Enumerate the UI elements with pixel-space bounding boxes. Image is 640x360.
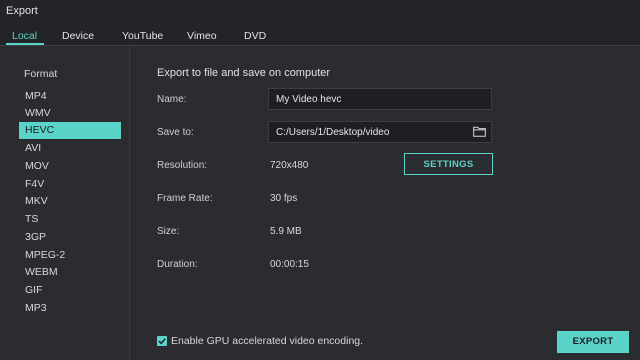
tab-vimeo[interactable]: Vimeo xyxy=(187,30,217,42)
checkmark-icon xyxy=(158,338,166,345)
active-tab-indicator xyxy=(6,43,44,45)
resolution-value: 720x480 xyxy=(270,160,309,171)
format-item-mp3[interactable]: MP3 xyxy=(19,300,121,317)
save-to-label: Save to: xyxy=(157,127,194,138)
format-item-webm[interactable]: WEBM xyxy=(19,264,121,281)
format-item-mp4[interactable]: MP4 xyxy=(19,88,121,105)
size-value: 5.9 MB xyxy=(270,226,302,237)
format-item-gif[interactable]: GIF xyxy=(19,282,121,299)
window-title: Export xyxy=(0,0,640,24)
name-field[interactable]: My Video hevc xyxy=(268,88,492,110)
tab-bar: Local Device YouTube Vimeo DVD xyxy=(0,24,640,46)
panel-heading: Export to file and save on computer xyxy=(157,67,331,79)
format-item-mov[interactable]: MOV xyxy=(19,158,121,175)
frame-rate-value: 30 fps xyxy=(270,193,298,204)
format-item-mpeg2[interactable]: MPEG-2 xyxy=(19,247,121,264)
size-label: Size: xyxy=(157,226,180,237)
format-title: Format xyxy=(24,68,58,80)
tab-device[interactable]: Device xyxy=(62,30,94,42)
tab-youtube[interactable]: YouTube xyxy=(122,30,163,42)
export-button[interactable]: EXPORT xyxy=(557,331,629,353)
resolution-label: Resolution: xyxy=(157,160,208,171)
settings-button[interactable]: SETTINGS xyxy=(404,153,493,175)
save-to-field[interactable]: C:/Users/1/Desktop/video xyxy=(268,121,492,143)
tab-dvd[interactable]: DVD xyxy=(244,30,266,42)
format-item-f4v[interactable]: F4V xyxy=(19,176,121,193)
format-item-3gp[interactable]: 3GP xyxy=(19,229,121,246)
gpu-label: Enable GPU accelerated video encoding. xyxy=(171,335,364,347)
frame-rate-label: Frame Rate: xyxy=(157,193,213,204)
format-item-ts[interactable]: TS xyxy=(19,211,121,228)
duration-value: 00:00:15 xyxy=(270,259,309,270)
format-item-hevc[interactable]: HEVC xyxy=(19,122,121,139)
tab-local[interactable]: Local xyxy=(12,30,37,42)
format-item-avi[interactable]: AVI xyxy=(19,140,121,157)
export-settings-panel: Export to file and save on computer Name… xyxy=(131,47,640,360)
format-item-mkv[interactable]: MKV xyxy=(19,193,121,210)
gpu-checkbox[interactable] xyxy=(157,336,167,346)
duration-label: Duration: xyxy=(157,259,198,270)
format-item-wmv[interactable]: WMV xyxy=(19,105,121,122)
format-sidebar: Format MP4 WMV HEVC AVI MOV F4V MKV TS 3… xyxy=(0,47,130,360)
folder-icon[interactable] xyxy=(473,126,486,137)
name-label: Name: xyxy=(157,94,187,105)
